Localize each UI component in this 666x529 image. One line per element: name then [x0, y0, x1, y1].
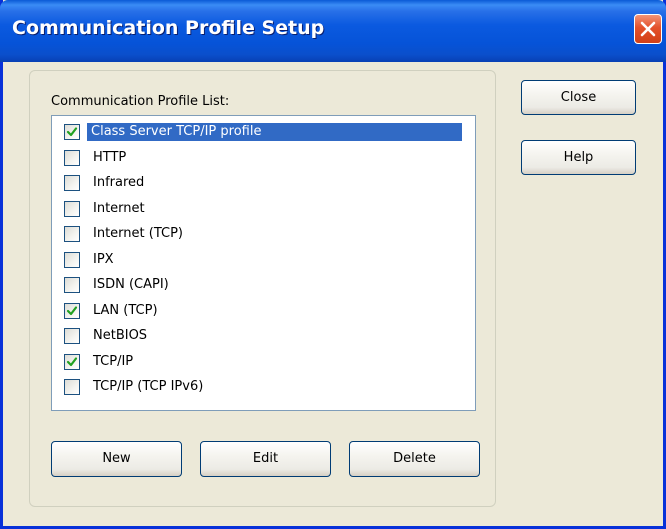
- profile-label: LAN (TCP): [93, 302, 158, 318]
- profile-checkbox[interactable]: [64, 175, 80, 191]
- window-close-button[interactable]: [634, 14, 662, 44]
- help-button[interactable]: Help: [521, 140, 636, 175]
- window-title: Communication Profile Setup: [12, 17, 325, 39]
- list-item[interactable]: LAN (TCP): [52, 298, 475, 323]
- list-item[interactable]: ISDN (CAPI): [52, 272, 475, 297]
- profile-checkbox[interactable]: [64, 200, 80, 217]
- edit-button[interactable]: Edit: [200, 441, 331, 477]
- profile-label: Internet (TCP): [93, 226, 183, 241]
- profile-label: Internet: [93, 200, 145, 216]
- profile-label: TCP/IP: [93, 353, 134, 369]
- new-button[interactable]: New: [51, 441, 182, 477]
- list-item[interactable]: NetBIOS: [52, 323, 475, 348]
- profile-list-label: Communication Profile List:: [51, 94, 230, 109]
- checkmark-icon: [66, 356, 78, 366]
- list-item[interactable]: Class Server TCP/IP profile: [52, 119, 475, 144]
- profile-label: IPX: [93, 251, 114, 267]
- close-button[interactable]: Close: [521, 80, 636, 115]
- title-bar[interactable]: Communication Profile Setup: [0, 0, 666, 62]
- close-x-icon: [640, 21, 656, 37]
- list-item[interactable]: TCP/IP (TCP IPv6): [52, 374, 475, 399]
- profile-label: Infrared: [93, 175, 145, 190]
- profile-checkbox[interactable]: [64, 379, 80, 395]
- profile-checkbox[interactable]: [64, 251, 80, 268]
- profile-label: Class Server TCP/IP profile: [87, 123, 462, 141]
- checkmark-icon: [66, 127, 78, 137]
- profile-checkbox[interactable]: [64, 302, 80, 319]
- profile-checkbox[interactable]: [64, 226, 80, 242]
- profile-checkbox[interactable]: [64, 328, 80, 344]
- profile-label: TCP/IP (TCP IPv6): [93, 379, 204, 394]
- list-item[interactable]: Internet (TCP): [52, 221, 475, 246]
- profile-checkbox[interactable]: [64, 277, 80, 293]
- list-item[interactable]: IPX: [52, 247, 475, 272]
- list-item[interactable]: TCP/IP: [52, 349, 475, 374]
- profile-checkbox[interactable]: [64, 149, 80, 166]
- list-item[interactable]: Infrared: [52, 170, 475, 195]
- profile-label: ISDN (CAPI): [93, 277, 169, 292]
- profile-checkbox[interactable]: [64, 353, 80, 370]
- list-item[interactable]: Internet: [52, 196, 475, 221]
- profile-label: NetBIOS: [93, 328, 148, 343]
- list-item[interactable]: HTTP: [52, 145, 475, 170]
- profile-listbox[interactable]: Class Server TCP/IP profile HTTP Infrared I…: [51, 115, 476, 411]
- profile-label: HTTP: [93, 149, 127, 165]
- checkmark-icon: [66, 305, 78, 315]
- delete-button[interactable]: Delete: [349, 441, 480, 477]
- profile-checkbox[interactable]: [64, 124, 80, 140]
